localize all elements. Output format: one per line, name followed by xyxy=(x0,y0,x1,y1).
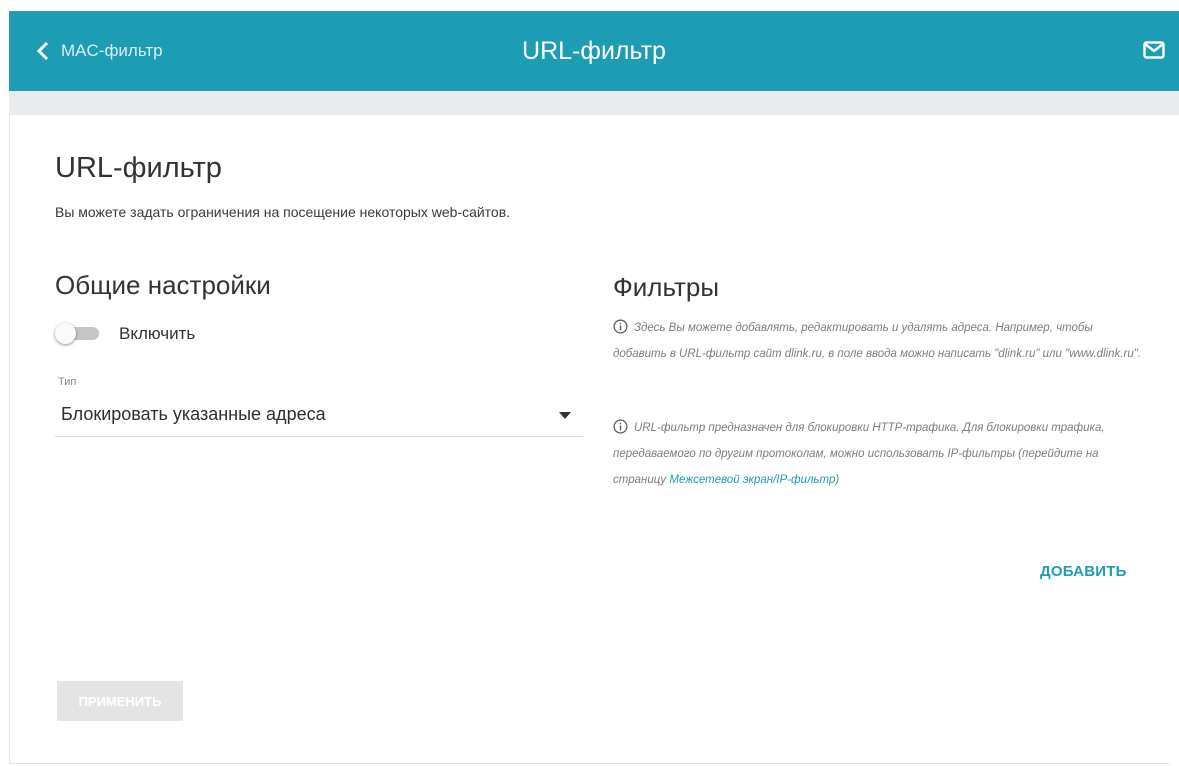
messages-button[interactable] xyxy=(1143,41,1165,64)
page-description: Вы можете задать ограничения на посещени… xyxy=(55,204,511,220)
type-label: Тип xyxy=(58,376,77,388)
filters-info-2: URL-фильтр предназначен для блокировки H… xyxy=(613,415,1143,493)
type-select[interactable]: Блокировать указанные адреса xyxy=(55,396,583,437)
enable-label: Включить xyxy=(119,324,196,343)
firewall-ip-filter-link[interactable]: Межсетевой экран/IP-фильтр xyxy=(669,474,835,486)
enable-toggle[interactable] xyxy=(55,322,101,344)
info-1-text: Здесь Вы можете добавлять, редактировать… xyxy=(613,322,1142,360)
filters-info-1: Здесь Вы можете добавлять, редактировать… xyxy=(613,315,1143,367)
type-select-value: Блокировать указанные адреса xyxy=(61,404,326,424)
info-2-suffix: ) xyxy=(835,474,840,486)
info-icon xyxy=(613,419,628,434)
header-divider xyxy=(9,91,1179,115)
page-header-title: URL-фильтр xyxy=(522,37,666,65)
toggle-knob xyxy=(55,323,76,344)
page-title: URL-фильтр xyxy=(55,152,222,184)
filters-heading: Фильтры xyxy=(613,272,720,302)
info-icon xyxy=(613,319,628,334)
apply-button[interactable]: ПРИМЕНИТЬ xyxy=(57,681,183,721)
top-bar: MAC-фильтр URL-фильтр xyxy=(9,11,1179,91)
caret-down-icon xyxy=(559,412,571,419)
general-settings-heading: Общие настройки xyxy=(55,270,271,300)
add-button[interactable]: ДОБАВИТЬ xyxy=(1040,563,1127,580)
mail-icon xyxy=(1143,41,1165,59)
